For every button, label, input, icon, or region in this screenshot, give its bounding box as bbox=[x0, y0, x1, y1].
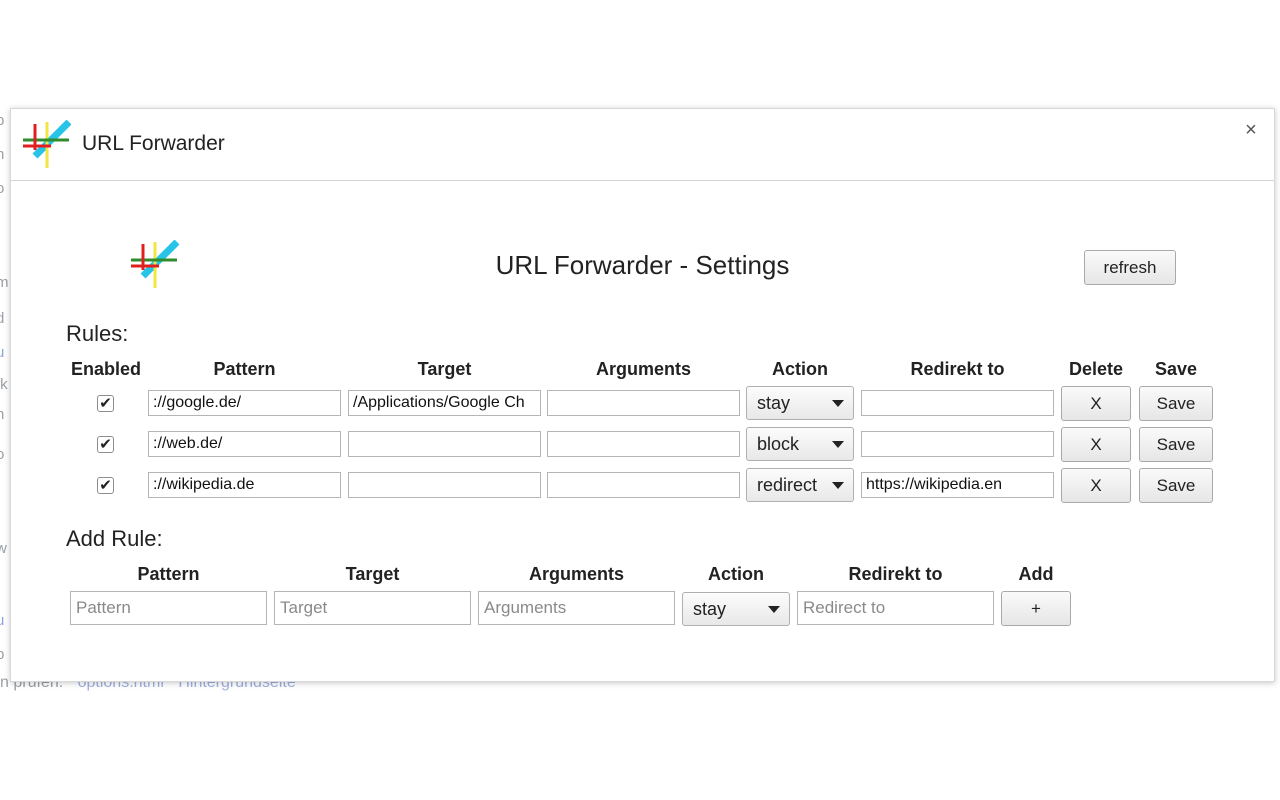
chevron-down-icon bbox=[768, 606, 780, 613]
chevron-down-icon bbox=[832, 441, 844, 448]
rule-delete-button[interactable]: X bbox=[1061, 468, 1131, 503]
url-forwarder-logo-icon bbox=[23, 120, 71, 168]
add-rule-heading: Add Rule: bbox=[66, 526, 163, 551]
rule-target-input[interactable] bbox=[348, 431, 541, 457]
bg-fragment: o bbox=[0, 180, 5, 197]
rule-arguments-input[interactable] bbox=[547, 472, 740, 498]
rule-arguments-input[interactable] bbox=[547, 431, 740, 457]
rule-action-value: redirect bbox=[757, 475, 818, 495]
add-col-header-add: Add bbox=[1018, 564, 1054, 584]
rule-delete-button[interactable]: X bbox=[1061, 427, 1131, 462]
add-rule-button[interactable]: + bbox=[1001, 591, 1071, 626]
rule-arguments-input[interactable] bbox=[547, 390, 740, 416]
rule-redirect-input[interactable]: https://wikipedia.en bbox=[861, 472, 1054, 498]
bg-fragment: n bbox=[0, 146, 5, 163]
bg-fragment: p bbox=[0, 112, 5, 129]
rule-save-button[interactable]: Save bbox=[1139, 468, 1213, 503]
dialog-title: URL Forwarder bbox=[82, 132, 225, 155]
bg-fragment: u bbox=[0, 344, 5, 361]
col-header-enabled: Enabled bbox=[70, 359, 141, 379]
refresh-button[interactable]: refresh bbox=[1084, 250, 1176, 285]
add-col-header-arguments: Arguments bbox=[528, 564, 624, 584]
bg-fragment: fk bbox=[0, 376, 8, 393]
rule-delete-button[interactable]: X bbox=[1061, 386, 1131, 421]
rules-heading: Rules: bbox=[66, 321, 129, 346]
add-col-header-redirect: Redirekt to bbox=[848, 564, 943, 584]
bg-fragment: d bbox=[0, 310, 5, 327]
col-header-redirect: Redirekt to bbox=[910, 359, 1005, 379]
chevron-down-icon bbox=[832, 482, 844, 489]
dialog-header: URL Forwarder × bbox=[11, 109, 1274, 181]
rule-action-value: stay bbox=[757, 393, 791, 413]
rule-action-select[interactable]: block bbox=[746, 427, 854, 461]
add-col-header-action: Action bbox=[708, 564, 764, 584]
rule-action-select[interactable]: stay bbox=[746, 386, 854, 420]
col-header-delete: Delete bbox=[1068, 359, 1124, 379]
rule-pattern-input[interactable]: ://google.de/ bbox=[148, 390, 341, 416]
rule-redirect-input[interactable] bbox=[861, 390, 1054, 416]
bg-fragment: b bbox=[0, 646, 5, 663]
add-col-header-target: Target bbox=[345, 564, 400, 584]
rule-action-value: block bbox=[757, 434, 800, 454]
extension-options-dialog: URL Forwarder × URL Forwarder - Settings… bbox=[10, 108, 1275, 682]
add-action-select[interactable]: stay bbox=[682, 592, 790, 626]
add-pattern-input[interactable]: Pattern bbox=[70, 591, 267, 625]
rule-pattern-input[interactable]: ://web.de/ bbox=[148, 431, 341, 457]
chevron-down-icon bbox=[832, 400, 844, 407]
add-col-header-pattern: Pattern bbox=[137, 564, 200, 584]
col-header-arguments: Arguments bbox=[595, 359, 691, 379]
rule-action-select[interactable]: redirect bbox=[746, 468, 854, 502]
rule-pattern-input[interactable]: ://wikipedia.de bbox=[148, 472, 341, 498]
add-redirect-input[interactable]: Redirect to bbox=[797, 591, 994, 625]
rule-save-button[interactable]: Save bbox=[1139, 386, 1213, 421]
rule-enabled-checkbox[interactable]: ✔ bbox=[97, 395, 114, 412]
col-header-pattern: Pattern bbox=[213, 359, 276, 379]
bg-fragment: n bbox=[0, 406, 5, 423]
col-header-target: Target bbox=[417, 359, 472, 379]
add-action-value: stay bbox=[693, 599, 727, 619]
add-target-input[interactable]: Target bbox=[274, 591, 471, 625]
bg-fragment: m bbox=[0, 274, 9, 291]
rule-target-input[interactable]: /Applications/Google Ch bbox=[348, 390, 541, 416]
col-header-action: Action bbox=[772, 359, 828, 379]
add-arguments-input[interactable]: Arguments bbox=[478, 591, 675, 625]
rule-save-button[interactable]: Save bbox=[1139, 427, 1213, 462]
col-header-save: Save bbox=[1154, 359, 1198, 379]
rule-target-input[interactable] bbox=[348, 472, 541, 498]
rule-enabled-checkbox[interactable]: ✔ bbox=[97, 436, 114, 453]
bg-fragment: o bbox=[0, 446, 5, 463]
bg-fragment: w bbox=[0, 540, 7, 557]
bg-fragment: u bbox=[0, 612, 5, 629]
rule-redirect-input[interactable] bbox=[861, 431, 1054, 457]
close-icon[interactable]: × bbox=[1242, 119, 1260, 141]
rule-enabled-checkbox[interactable]: ✔ bbox=[97, 477, 114, 494]
